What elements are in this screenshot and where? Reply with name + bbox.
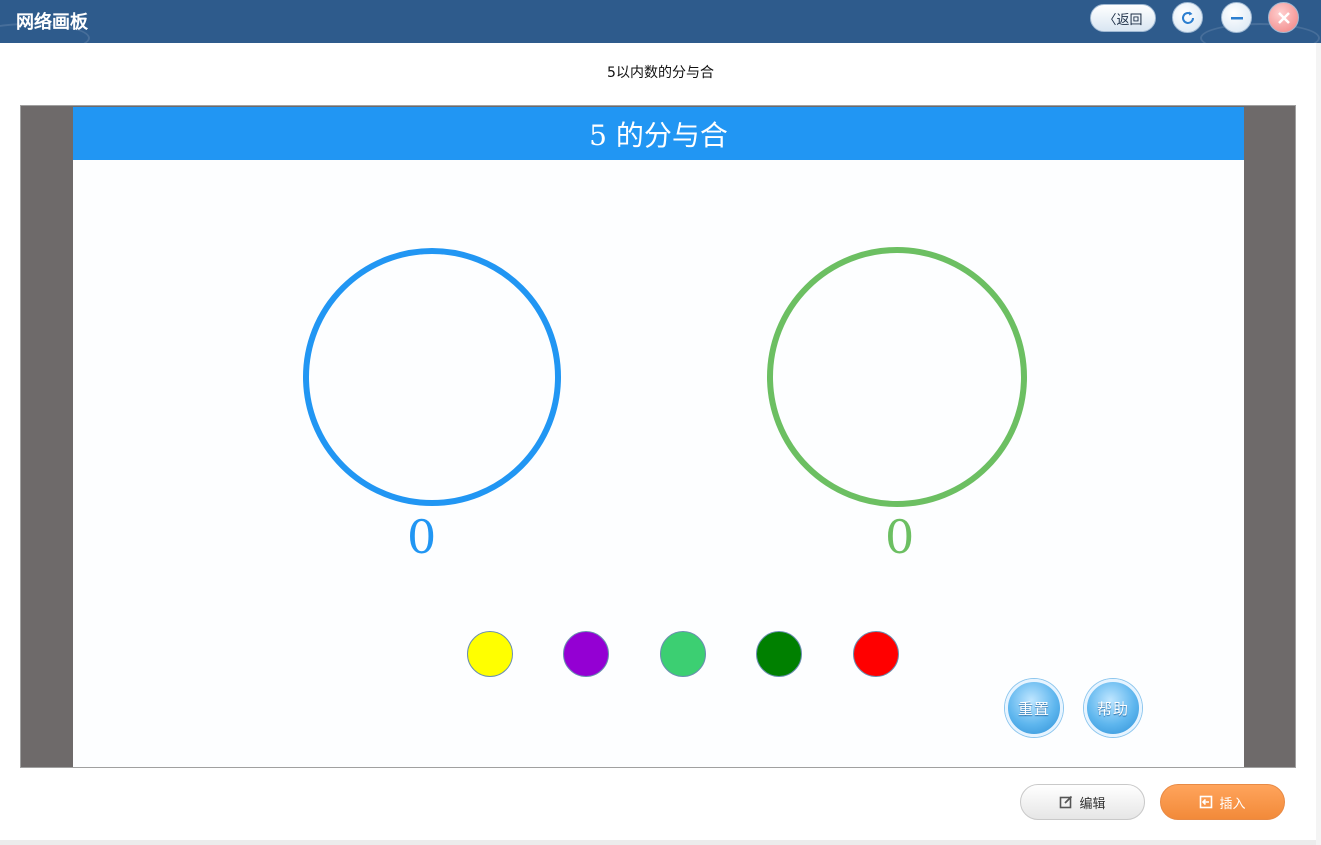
back-button[interactable]: 〈返回 xyxy=(1090,4,1156,32)
color-dot-light-green[interactable] xyxy=(660,631,706,677)
help-button[interactable]: 帮助 xyxy=(1084,679,1142,737)
close-icon xyxy=(1277,11,1290,24)
color-dot-yellow[interactable] xyxy=(467,631,513,677)
edit-button[interactable]: 编辑 xyxy=(1020,784,1145,820)
refresh-button[interactable] xyxy=(1172,2,1203,33)
drawing-stage: 5 的分与合 0 0 重置 帮助 xyxy=(73,107,1244,767)
left-ring[interactable] xyxy=(303,248,561,506)
app-title: 网络画板 xyxy=(16,12,88,33)
window-right-edge xyxy=(1316,43,1321,845)
close-button[interactable] xyxy=(1268,2,1299,33)
color-dot-purple[interactable] xyxy=(563,631,609,677)
minimize-button[interactable] xyxy=(1221,2,1252,33)
window-bottom-edge xyxy=(0,840,1321,845)
cloud-decoration xyxy=(1200,23,1320,43)
reset-button[interactable]: 重置 xyxy=(1005,679,1063,737)
minimize-icon xyxy=(1230,16,1243,19)
insert-icon xyxy=(1199,795,1213,809)
stage-header: 5 的分与合 xyxy=(73,107,1244,160)
insert-label: 插入 xyxy=(1219,796,1246,812)
title-bar: 网络画板 〈返回 xyxy=(0,0,1321,43)
insert-button[interactable]: 插入 xyxy=(1160,784,1285,820)
left-count: 0 xyxy=(407,510,437,564)
right-ring[interactable] xyxy=(767,247,1027,507)
edit-icon xyxy=(1059,795,1073,809)
refresh-icon xyxy=(1181,11,1194,24)
edit-label: 编辑 xyxy=(1079,796,1106,812)
color-dot-dark-green[interactable] xyxy=(756,631,802,677)
right-count: 0 xyxy=(885,510,915,564)
color-dot-red[interactable] xyxy=(853,631,899,677)
document-title: 5以内数的分与合 xyxy=(607,65,714,81)
